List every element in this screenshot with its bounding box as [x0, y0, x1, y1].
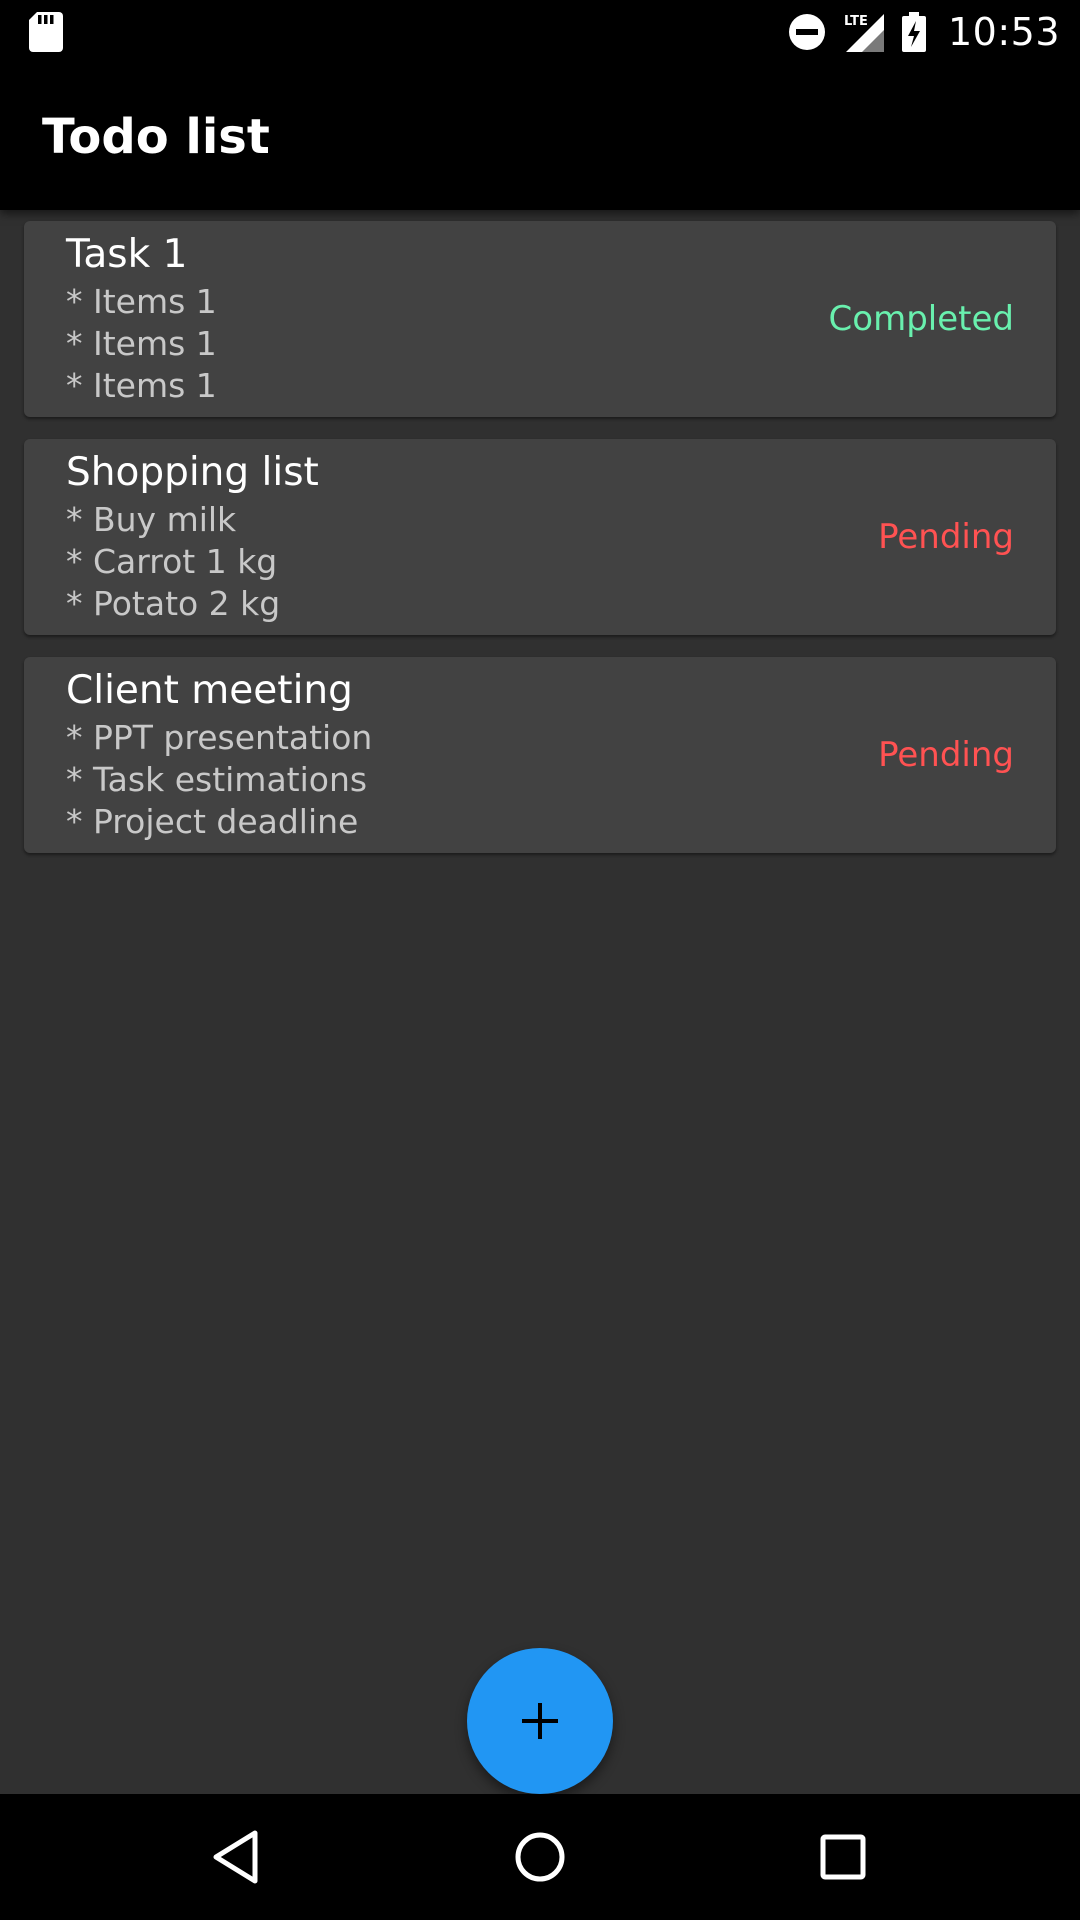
status-bar: LTE 10:53	[0, 0, 1080, 63]
page-title: Todo list	[42, 109, 270, 165]
sd-card-icon	[29, 12, 63, 52]
status-time: 10:53	[947, 9, 1060, 54]
status-badge: Pending	[878, 517, 1014, 557]
task-item: * Items 1	[66, 324, 217, 363]
task-item: * Items 1	[66, 282, 217, 321]
task-item: * Buy milk	[66, 500, 237, 539]
task-item: * PPT presentation	[66, 718, 373, 757]
network-type-label: LTE	[844, 14, 868, 29]
task-item: * Carrot 1 kg	[66, 542, 278, 581]
signal-icon: LTE	[844, 13, 884, 52]
task-items: * PPT presentation * Task estimations * …	[66, 717, 372, 843]
task-title: Shopping list	[66, 450, 319, 495]
task-item: * Potato 2 kg	[66, 584, 281, 623]
task-item: * Items 1	[66, 366, 217, 405]
task-items: * Items 1 * Items 1 * Items 1	[66, 281, 217, 407]
back-icon[interactable]	[203, 1824, 269, 1890]
do-not-disturb-icon	[788, 13, 825, 50]
task-card[interactable]: Client meeting * PPT presentation * Task…	[24, 657, 1056, 853]
task-title: Task 1	[66, 232, 188, 277]
app-bar: Todo list	[0, 63, 1080, 210]
home-icon[interactable]	[507, 1824, 573, 1890]
status-icons: LTE 10:53	[770, 0, 1060, 63]
task-list: Task 1 * Items 1 * Items 1 * Items 1 Com…	[24, 221, 1056, 875]
task-items: * Buy milk * Carrot 1 kg * Potato 2 kg	[66, 499, 280, 625]
task-item: * Task estimations	[66, 760, 368, 799]
task-card[interactable]: Shopping list * Buy milk * Carrot 1 kg *…	[24, 439, 1056, 635]
task-item: * Project deadline	[66, 802, 359, 841]
add-task-button[interactable]	[467, 1648, 613, 1794]
battery-charging-icon	[901, 11, 926, 52]
navigation-bar	[0, 1794, 1080, 1920]
task-card[interactable]: Task 1 * Items 1 * Items 1 * Items 1 Com…	[24, 221, 1056, 417]
task-title: Client meeting	[66, 668, 353, 713]
recents-icon[interactable]	[810, 1824, 876, 1890]
plus-icon	[522, 1703, 558, 1739]
status-badge: Completed	[828, 299, 1014, 339]
status-badge: Pending	[878, 735, 1014, 775]
